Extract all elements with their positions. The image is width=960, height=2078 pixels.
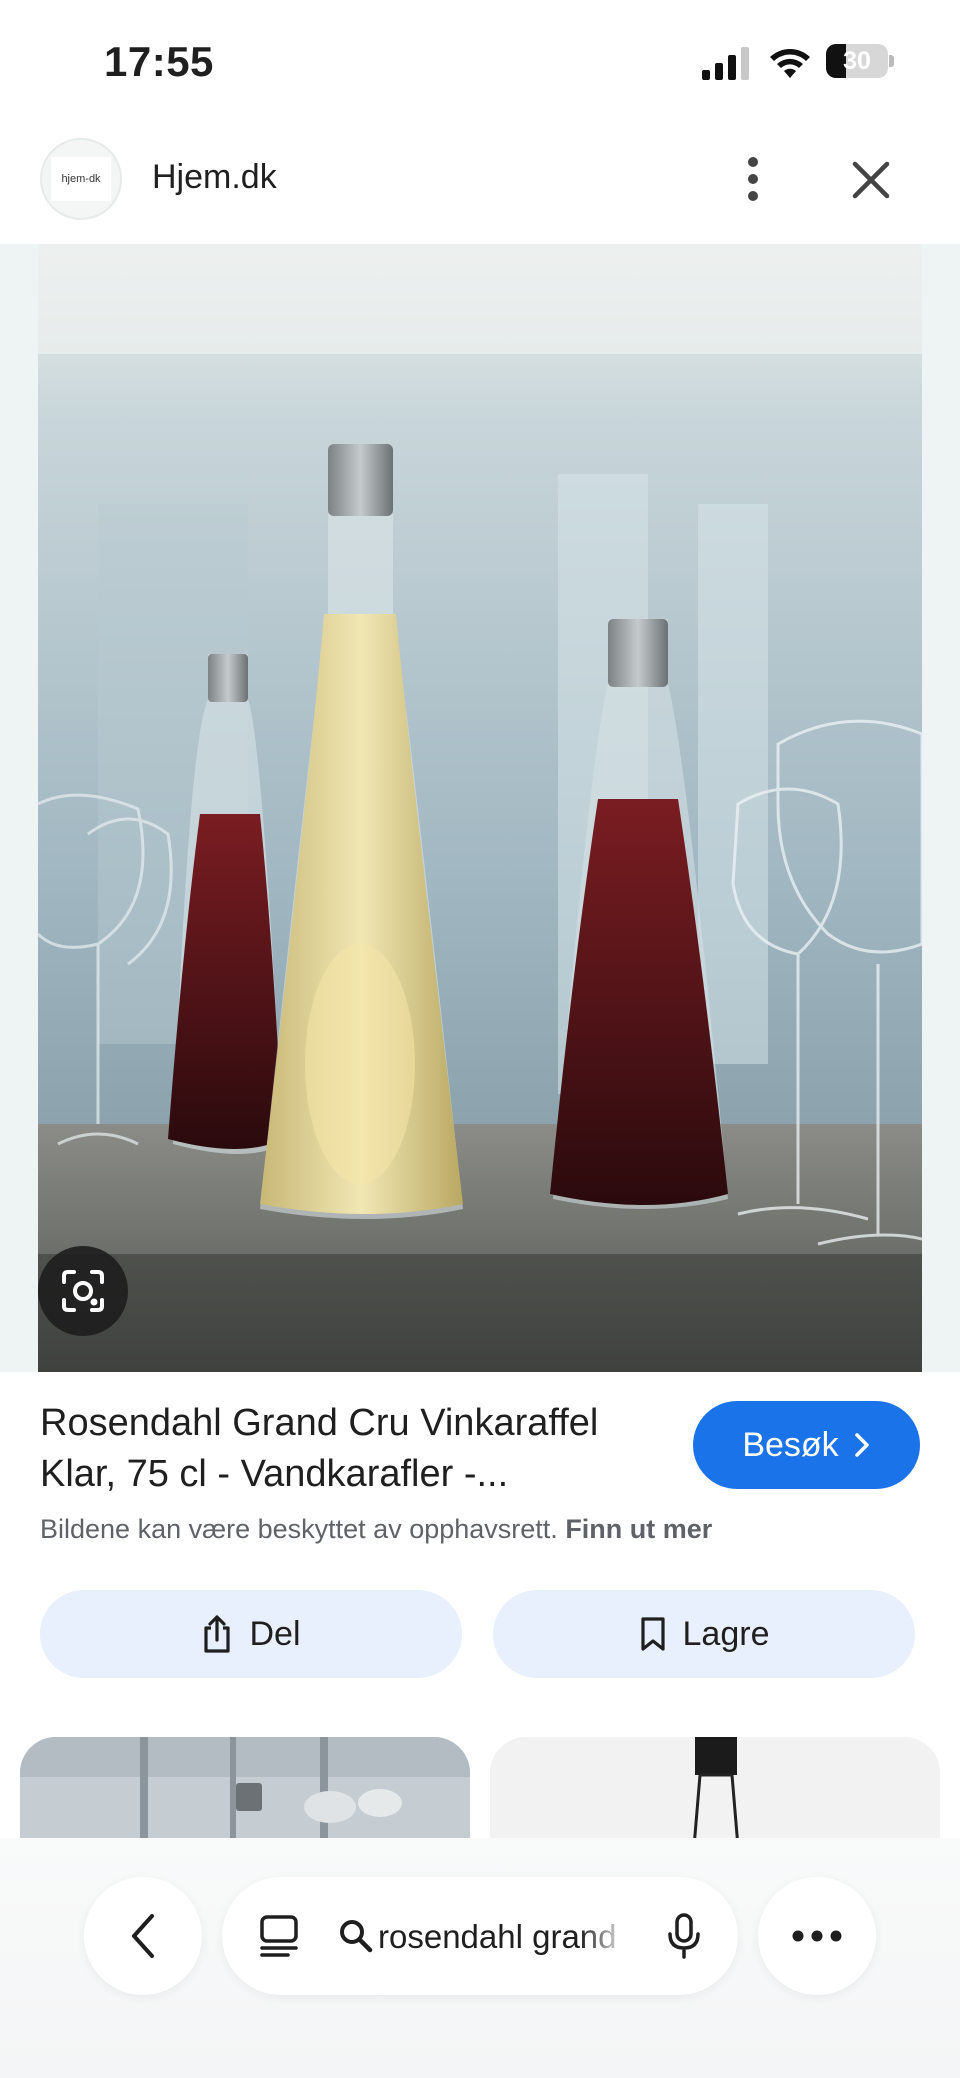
more-vert-icon[interactable]	[736, 154, 770, 204]
tabs-icon[interactable]	[258, 1914, 300, 1958]
share-label: Del	[249, 1614, 301, 1653]
more-button[interactable]	[758, 1877, 876, 1995]
visit-label: Besøk	[742, 1425, 839, 1464]
lens-icon	[62, 1270, 104, 1312]
copyright-text: Bildene kan være beskyttet av opphavsret…	[40, 1514, 558, 1544]
result-image[interactable]	[38, 244, 922, 1372]
related-image-2[interactable]	[490, 1737, 940, 1847]
visit-button[interactable]: Besøk	[693, 1401, 920, 1489]
site-logo[interactable]: hjem-dk	[40, 138, 122, 220]
signal-icon	[702, 47, 749, 80]
more-horiz-icon	[792, 1930, 842, 1942]
search-query-fade	[580, 1905, 628, 1967]
site-name[interactable]: Hjem.dk	[152, 158, 277, 197]
chevron-right-icon	[854, 1433, 869, 1457]
back-icon	[132, 1914, 154, 1958]
battery-icon: 30	[826, 44, 894, 78]
related-image-1[interactable]	[20, 1737, 470, 1847]
learn-more-link[interactable]: Finn ut mer	[565, 1514, 712, 1544]
site-logo-text: hjem-dk	[61, 173, 101, 185]
lens-button[interactable]	[38, 1246, 128, 1336]
status-time: 17:55	[104, 38, 214, 85]
save-button[interactable]: Lagre	[493, 1590, 915, 1678]
close-icon[interactable]	[850, 159, 892, 201]
share-icon	[204, 1615, 231, 1653]
wifi-icon	[770, 49, 810, 78]
search-icon	[340, 1920, 373, 1953]
save-label: Lagre	[682, 1614, 770, 1653]
back-button[interactable]	[84, 1877, 202, 1995]
result-title[interactable]: Rosendahl Grand Cru Vinkaraffel Klar, 75…	[40, 1398, 680, 1500]
bookmark-icon	[640, 1617, 665, 1651]
battery-level: 30	[843, 46, 871, 75]
copyright-notice: Bildene kan være beskyttet av opphavsret…	[40, 1514, 712, 1545]
mic-icon[interactable]	[666, 1912, 702, 1960]
share-button[interactable]: Del	[40, 1590, 462, 1678]
